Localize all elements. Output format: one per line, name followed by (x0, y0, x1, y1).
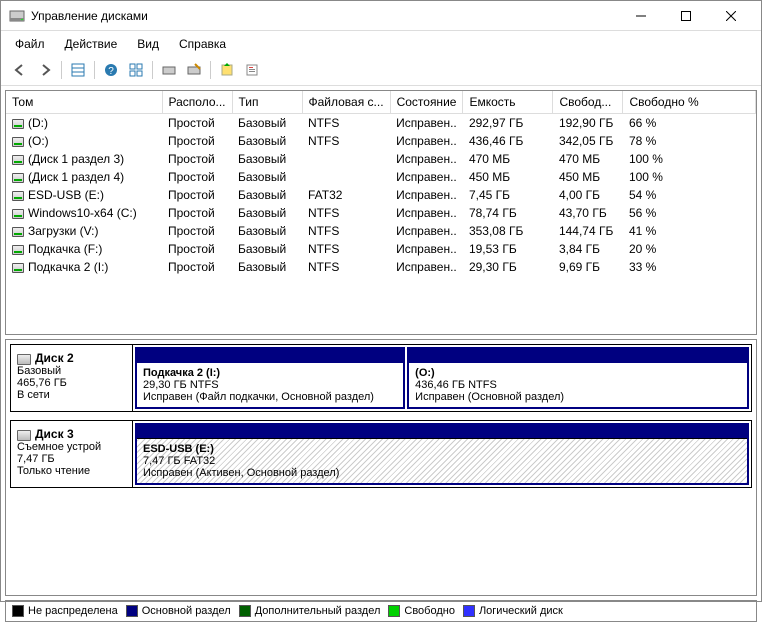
partition-strip (137, 425, 747, 439)
disk-size: 7,47 ГБ (17, 453, 55, 465)
table-row[interactable]: Подкачка (F:)ПростойБазовыйNTFSИсправен.… (6, 240, 756, 258)
volume-icon (12, 173, 24, 183)
table-row[interactable]: Загрузки (V:)ПростойБазовыйNTFSИсправен.… (6, 222, 756, 240)
disk-type: Съемное устрой (17, 441, 101, 453)
partition[interactable]: ESD-USB (E:) 7,47 ГБ FAT32 Исправен (Акт… (135, 423, 749, 485)
col-free[interactable]: Свобод... (553, 91, 623, 114)
disk-status: В сети (17, 389, 50, 401)
minimize-button[interactable] (618, 2, 663, 30)
volume-icon (12, 227, 24, 237)
volume-icon (12, 155, 24, 165)
partition-title: Подкачка 2 (I:) (143, 367, 397, 379)
partition-title: ESD-USB (E:) (143, 443, 741, 455)
disk-settings-button[interactable] (183, 59, 205, 81)
partition-strip (409, 349, 747, 363)
app-icon (9, 8, 25, 24)
volume-icon (12, 191, 24, 201)
table-row[interactable]: (D:)ПростойБазовыйNTFSИсправен..292,97 Г… (6, 114, 756, 133)
separator (210, 61, 211, 79)
partition[interactable]: Подкачка 2 (I:) 29,30 ГБ NTFS Исправен (… (135, 347, 405, 409)
maximize-button[interactable] (663, 2, 708, 30)
grid-button[interactable] (125, 59, 147, 81)
menu-action[interactable]: Действие (59, 35, 124, 53)
legend-unallocated: Не распределена (12, 605, 118, 617)
menu-view[interactable]: Вид (131, 35, 165, 53)
view-list-button[interactable] (67, 59, 89, 81)
back-button[interactable] (9, 59, 31, 81)
menubar: Файл Действие Вид Справка (1, 31, 761, 57)
volume-table: Том Располо... Тип Файловая с... Состоян… (6, 91, 756, 276)
volume-icon (12, 245, 24, 255)
table-row[interactable]: ESD-USB (E:)ПростойБазовыйFAT32Исправен.… (6, 186, 756, 204)
disk-icon (17, 430, 31, 441)
partition-size: 29,30 ГБ NTFS (143, 379, 397, 391)
partition-status: Исправен (Основной раздел) (415, 391, 741, 403)
table-row[interactable]: (Диск 1 раздел 3)ПростойБазовыйИсправен.… (6, 150, 756, 168)
separator (61, 61, 62, 79)
partition-status: Исправен (Активен, Основной раздел) (143, 467, 741, 479)
separator (152, 61, 153, 79)
toolbar: ? (1, 57, 761, 86)
forward-button[interactable] (34, 59, 56, 81)
properties-button[interactable] (241, 59, 263, 81)
separator (94, 61, 95, 79)
volume-list-pane[interactable]: Том Располо... Тип Файловая с... Состоян… (5, 90, 757, 335)
col-capacity[interactable]: Емкость (463, 91, 553, 114)
table-row[interactable]: (Диск 1 раздел 4)ПростойБазовыйИсправен.… (6, 168, 756, 186)
col-type[interactable]: Тип (232, 91, 302, 114)
legend-extended: Дополнительный раздел (239, 605, 381, 617)
col-pctfree[interactable]: Свободно % (623, 91, 756, 114)
table-row[interactable]: (O:)ПростойБазовыйNTFSИсправен..436,46 Г… (6, 132, 756, 150)
window-title: Управление дисками (31, 9, 618, 23)
partition[interactable]: (O:) 436,46 ГБ NTFS Исправен (Основной р… (407, 347, 749, 409)
col-layout[interactable]: Располо... (162, 91, 232, 114)
disk-icon (17, 354, 31, 365)
partition-size: 7,47 ГБ FAT32 (143, 455, 741, 467)
close-button[interactable] (708, 2, 753, 30)
svg-text:?: ? (108, 66, 114, 77)
disk-label[interactable]: Диск 3 Съемное устрой 7,47 ГБ Только чте… (11, 421, 133, 487)
table-row[interactable]: Подкачка 2 (I:)ПростойБазовыйNTFSИсправе… (6, 258, 756, 276)
help-button[interactable]: ? (100, 59, 122, 81)
disk-icon-button[interactable] (158, 59, 180, 81)
legend-logical: Логический диск (463, 605, 563, 617)
titlebar[interactable]: Управление дисками (1, 1, 761, 31)
disk-name: Диск 2 (35, 351, 74, 365)
col-fs[interactable]: Файловая с... (302, 91, 390, 114)
partition-size: 436,46 ГБ NTFS (415, 379, 741, 391)
partition-status: Исправен (Файл подкачки, Основной раздел… (143, 391, 397, 403)
volume-icon (12, 119, 24, 129)
refresh-button[interactable] (216, 59, 238, 81)
disk-row-2[interactable]: Диск 2 Базовый 465,76 ГБ В сети Подкачка… (10, 344, 752, 412)
disk-map-pane[interactable]: Диск 2 Базовый 465,76 ГБ В сети Подкачка… (5, 339, 757, 596)
legend-primary: Основной раздел (126, 605, 231, 617)
partition-title: (O:) (415, 367, 741, 379)
legend-free: Свободно (388, 605, 455, 617)
menu-help[interactable]: Справка (173, 35, 232, 53)
disk-row-3[interactable]: Диск 3 Съемное устрой 7,47 ГБ Только чте… (10, 420, 752, 488)
table-row[interactable]: Windows10-x64 (C:)ПростойБазовыйNTFSИспр… (6, 204, 756, 222)
col-status[interactable]: Состояние (390, 91, 463, 114)
volume-icon (12, 137, 24, 147)
disk-type: Базовый (17, 365, 61, 377)
legend-bar: Не распределена Основной раздел Дополнит… (5, 600, 757, 622)
partition-strip (137, 349, 403, 363)
disk-label[interactable]: Диск 2 Базовый 465,76 ГБ В сети (11, 345, 133, 411)
disk-status: Только чтение (17, 465, 90, 477)
disk-name: Диск 3 (35, 427, 74, 441)
volume-icon (12, 263, 24, 273)
col-volume[interactable]: Том (6, 91, 162, 114)
volume-icon (12, 209, 24, 219)
disk-size: 465,76 ГБ (17, 377, 67, 389)
menu-file[interactable]: Файл (9, 35, 51, 53)
